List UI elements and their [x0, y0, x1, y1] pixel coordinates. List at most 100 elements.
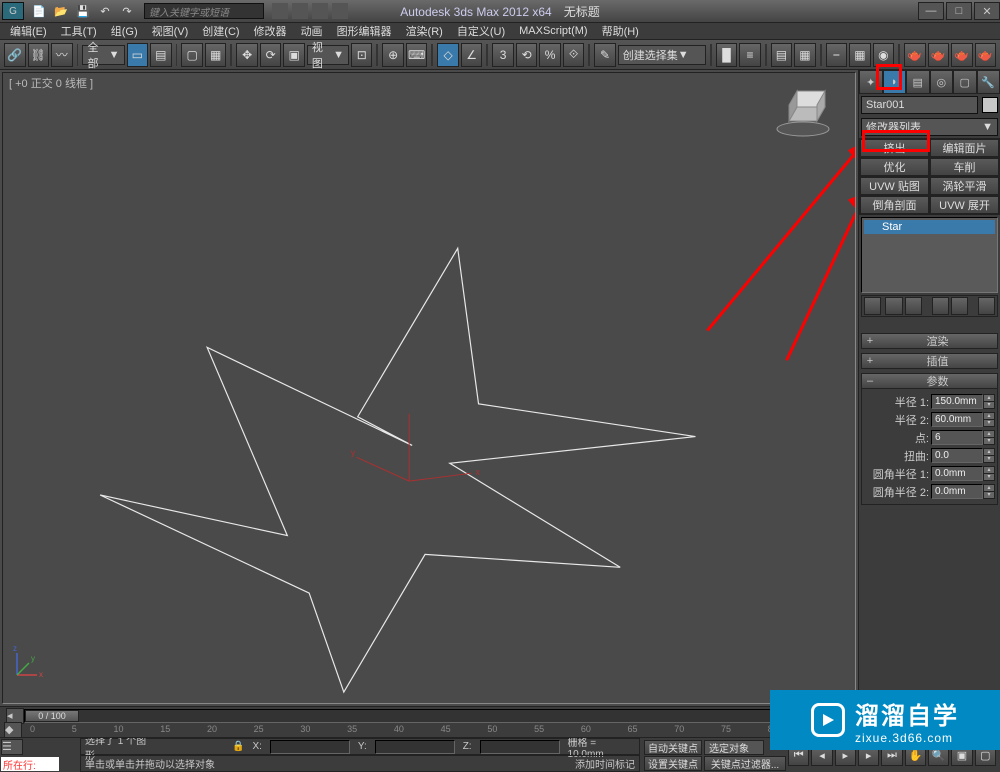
show-end-result-icon[interactable] [885, 297, 902, 315]
undo-icon[interactable]: ↶ [96, 3, 114, 19]
autokey-button[interactable]: 自动关键点 [644, 740, 702, 755]
modifier-stack[interactable]: Star [861, 217, 998, 293]
menu-views[interactable]: 视图(V) [146, 23, 195, 39]
remove-mod-icon[interactable] [932, 297, 949, 315]
window-crossing-icon[interactable]: ▦ [205, 43, 227, 67]
select-manipulate-icon[interactable]: ⊕ [382, 43, 404, 67]
rect-region-icon[interactable]: ▢ [181, 43, 203, 67]
mod-editpatch-button[interactable]: 编辑面片 [930, 139, 999, 157]
fillet1-spinner[interactable]: 0.0mm [931, 466, 983, 481]
keytarget-combo[interactable]: 选定对象 [704, 740, 764, 755]
rollout-toggle-icon[interactable]: + [862, 335, 878, 347]
open-icon[interactable]: 📂 [52, 3, 70, 19]
spinner-up-down[interactable]: ▴▾ [983, 394, 995, 409]
menu-create[interactable]: 创建(C) [196, 23, 245, 39]
render-icon[interactable]: 🫖 [951, 43, 973, 67]
rollout-toggle-icon[interactable]: – [862, 375, 878, 387]
percent-snap-icon[interactable]: % [539, 43, 561, 67]
align-icon[interactable]: ≡ [739, 43, 761, 67]
fillet2-spinner[interactable]: 0.0mm [931, 484, 983, 499]
viewcube[interactable] [771, 85, 835, 137]
lock-selection-icon[interactable]: 🔒 [232, 741, 244, 752]
pivot-icon[interactable]: ⊡ [351, 43, 373, 67]
menu-modifiers[interactable]: 修改器 [248, 23, 293, 39]
unlink-icon[interactable]: ⛓ [28, 43, 50, 67]
edit-named-sel-icon[interactable]: ✎ [594, 43, 616, 67]
menu-customize[interactable]: 自定义(U) [451, 23, 511, 39]
keyboard-shortcut-icon[interactable]: ⌨ [406, 43, 428, 67]
redo-icon[interactable]: ↷ [118, 3, 136, 19]
graphite-icon[interactable]: ▦ [794, 43, 816, 67]
menu-rendering[interactable]: 渲染(R) [400, 23, 449, 39]
new-icon[interactable]: 📄 [30, 3, 48, 19]
radius1-spinner[interactable]: 150.0mm [931, 394, 983, 409]
menu-animation[interactable]: 动画 [295, 23, 329, 39]
modifier-list-combo[interactable]: 修改器列表▼ [861, 118, 998, 136]
object-color-swatch[interactable] [982, 97, 998, 113]
points-spinner[interactable]: 6 [931, 430, 983, 445]
spinner-snap-icon[interactable]: ⟐ [563, 43, 585, 67]
subscription-icon[interactable] [292, 3, 308, 19]
configure-sets-icon[interactable] [951, 297, 968, 315]
scale-icon[interactable]: ▣ [283, 43, 305, 67]
viewport-ortho[interactable]: [ +0 正交 0 线框 ] x y [2, 72, 856, 704]
close-button[interactable]: ✕ [974, 2, 1000, 20]
menu-edit[interactable]: 编辑(E) [4, 23, 53, 39]
rotate-icon[interactable]: ⟳ [260, 43, 282, 67]
selection-filter-combo[interactable]: 全部 ▼ [82, 45, 124, 65]
mod-optimize-button[interactable]: 优化 [860, 158, 929, 176]
mirror-icon[interactable]: ▐▌ [716, 43, 738, 67]
mod-bevelprofile-button[interactable]: 倒角剖面 [860, 196, 929, 214]
time-slider-thumb[interactable]: 0 / 100 [25, 710, 79, 722]
modify-tab[interactable]: ◗ [883, 70, 907, 94]
select-name-icon[interactable]: ▤ [150, 43, 172, 67]
minimize-button[interactable]: — [918, 2, 944, 20]
coord-y-input[interactable] [375, 740, 455, 754]
favorite-icon[interactable] [312, 3, 328, 19]
menu-tools[interactable]: 工具(T) [55, 23, 103, 39]
coord-x-input[interactable] [270, 740, 350, 754]
material-editor-icon[interactable]: ◉ [873, 43, 895, 67]
layers-icon[interactable]: ▤ [771, 43, 793, 67]
rendered-frame-icon[interactable]: 🫖 [928, 43, 950, 67]
utilities-tab[interactable]: 🔧 [977, 70, 1000, 94]
angle-snap-icon[interactable]: ∠ [461, 43, 483, 67]
display-tab[interactable]: ▢ [953, 70, 977, 94]
rollout-toggle-icon[interactable]: + [862, 355, 878, 367]
ref-coord-combo[interactable]: 视图 ▼ [307, 45, 349, 65]
script-listener-icon[interactable]: ☰ [1, 739, 23, 755]
save-icon[interactable]: 💾 [74, 3, 92, 19]
select-object-icon[interactable]: ▭ [127, 43, 149, 67]
coord-z-input[interactable] [480, 740, 560, 754]
object-name-input[interactable]: Star001 [861, 96, 978, 114]
make-unique-icon[interactable] [905, 297, 922, 315]
stack-config-icon[interactable] [978, 297, 995, 315]
schematic-icon[interactable]: ▦ [849, 43, 871, 67]
help-icon[interactable] [332, 3, 348, 19]
snap-3-icon[interactable]: 3 [492, 43, 514, 67]
keyfilter-button[interactable]: 关键点过滤器... [704, 756, 786, 771]
menu-group[interactable]: 组(G) [105, 23, 144, 39]
mod-lathe-button[interactable]: 车削 [930, 158, 999, 176]
menu-help[interactable]: 帮助(H) [596, 23, 645, 39]
snap-toggle-icon[interactable]: ◇ [437, 43, 459, 67]
app-menu-button[interactable]: G [2, 2, 24, 20]
menu-grapheditors[interactable]: 图形编辑器 [331, 23, 398, 39]
named-sel-combo[interactable]: 创建选择集 ▼ [618, 45, 706, 65]
hierarchy-tab[interactable]: ▤ [906, 70, 930, 94]
create-tab[interactable]: ✦ [859, 70, 883, 94]
search-icon[interactable] [272, 3, 288, 19]
move-icon[interactable]: ✥ [236, 43, 258, 67]
pin-stack-icon[interactable] [864, 297, 881, 315]
help-search-input[interactable]: 键入关键字或短语 [144, 3, 264, 19]
render-setup-icon[interactable]: 🫖 [904, 43, 926, 67]
angle-icon[interactable]: ⟲ [516, 43, 538, 67]
mod-extrude-button[interactable]: 挤出 [860, 139, 929, 157]
setkey-button[interactable]: 设置关键点 [644, 756, 702, 771]
curve-editor-icon[interactable]: ⎯ [826, 43, 848, 67]
maximize-button[interactable]: □ [946, 2, 972, 20]
menu-maxscript[interactable]: MAXScript(M) [513, 25, 593, 37]
motion-tab[interactable]: ◎ [930, 70, 954, 94]
stack-item-star[interactable]: Star [864, 220, 995, 234]
mod-uvwmap-button[interactable]: UVW 贴图 [860, 177, 929, 195]
